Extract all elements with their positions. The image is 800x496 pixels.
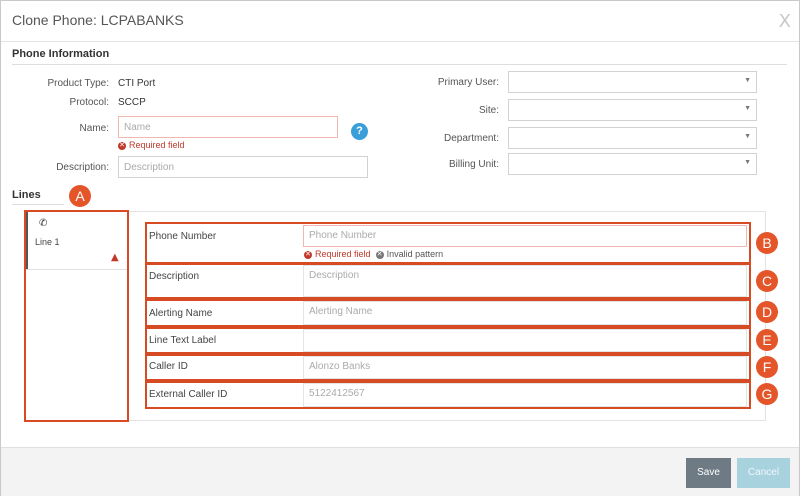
caller-id-label: Caller ID: [149, 361, 188, 372]
close-icon[interactable]: X: [779, 11, 791, 32]
phone-number-error-required: Required field: [315, 249, 371, 259]
phone-information-heading: Phone Information: [12, 48, 110, 60]
primary-user-select[interactable]: ▼: [508, 71, 757, 93]
chevron-down-icon: ▼: [744, 133, 751, 140]
lines-divider: [12, 204, 64, 205]
line-text-label-input[interactable]: [303, 329, 747, 352]
product-type-label: Product Type:: [47, 78, 109, 89]
name-label: Name:: [79, 123, 109, 134]
save-button[interactable]: Save: [686, 458, 731, 488]
phone-number-error-pattern: Invalid pattern: [386, 249, 444, 259]
callout-d: D: [756, 301, 778, 323]
callout-f: F: [756, 356, 778, 378]
protocol-label: Protocol:: [69, 97, 109, 108]
phone-number-errors: ✕ Required field ✕ Invalid pattern: [304, 249, 443, 259]
alerting-name-input[interactable]: Alerting Name: [303, 301, 747, 325]
name-error: ✕ Required field: [118, 140, 185, 150]
callout-c: C: [756, 270, 778, 292]
help-icon[interactable]: ?: [351, 123, 368, 140]
primary-user-label: Primary User:: [437, 77, 499, 88]
callout-a-box: [24, 210, 129, 422]
site-label: Site:: [478, 105, 499, 116]
site-select[interactable]: ▼: [508, 99, 757, 121]
caller-id-input[interactable]: Alonzo Banks: [303, 356, 747, 379]
chevron-down-icon: ▼: [744, 105, 751, 112]
dialog-title: Clone Phone: LCPABANKS: [12, 12, 184, 28]
billing-unit-label: Billing Unit:: [448, 159, 499, 170]
callout-e: E: [756, 329, 778, 351]
protocol-value: SCCP: [118, 97, 146, 108]
department-label: Department:: [443, 133, 499, 144]
phone-number-label: Phone Number: [149, 231, 217, 242]
callout-g: G: [756, 383, 778, 405]
error-icon: ✕: [375, 250, 384, 259]
clone-phone-dialog: Clone Phone: LCPABANKS X Phone Informati…: [0, 0, 800, 496]
name-error-text: Required field: [129, 140, 185, 150]
product-type-value: CTI Port: [118, 78, 156, 89]
error-icon: ✕: [304, 250, 312, 259]
billing-unit-select[interactable]: ▼: [508, 153, 757, 175]
section-divider: [12, 64, 787, 65]
department-select[interactable]: ▼: [508, 127, 757, 149]
line-description-input[interactable]: Description: [303, 265, 747, 297]
phone-number-input[interactable]: Phone Number: [303, 225, 747, 247]
external-caller-id-label: External Caller ID: [149, 389, 228, 400]
name-input[interactable]: Name: [118, 116, 338, 138]
cancel-button[interactable]: Cancel: [737, 458, 790, 488]
callout-a: A: [69, 185, 91, 207]
lines-heading: Lines: [12, 189, 41, 201]
chevron-down-icon: ▼: [744, 159, 751, 166]
external-caller-id-input[interactable]: 5122412567: [303, 383, 747, 407]
description-label: Description:: [56, 162, 109, 173]
dialog-footer: [1, 447, 799, 496]
chevron-down-icon: ▼: [744, 77, 751, 84]
alerting-name-label: Alerting Name: [149, 308, 213, 319]
error-icon: ✕: [118, 141, 126, 150]
dialog-header: Clone Phone: LCPABANKS X: [1, 1, 799, 42]
callout-b: B: [756, 232, 778, 254]
line-description-label: Description: [149, 271, 200, 282]
line-text-label-label: Line Text Label: [149, 335, 217, 346]
description-input[interactable]: Description: [118, 156, 368, 178]
